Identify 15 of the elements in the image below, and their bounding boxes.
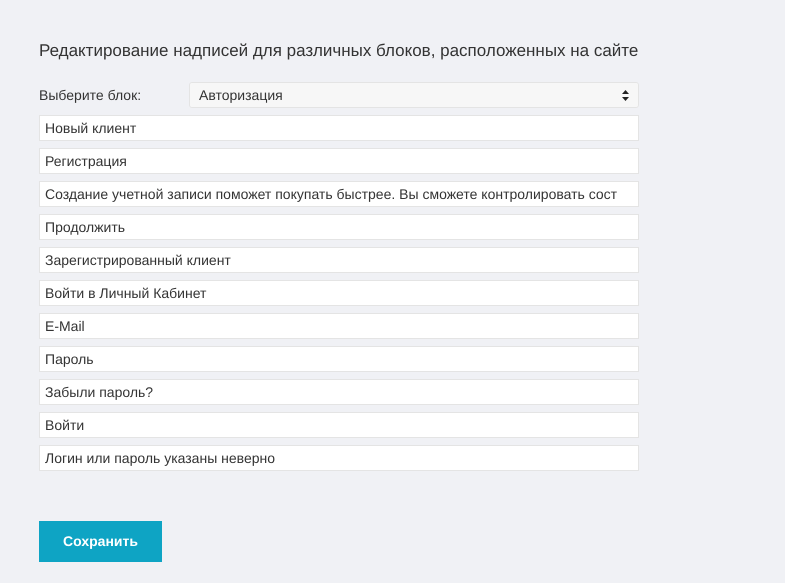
text-field[interactable]: Пароль bbox=[39, 346, 639, 372]
block-select[interactable]: Авторизация bbox=[189, 82, 639, 108]
text-field[interactable]: Создание учетной записи поможет покупать быстрее. Вы сможете контролировать сост bbox=[39, 181, 639, 207]
text-field[interactable]: Регистрация bbox=[39, 148, 639, 174]
select-label: Выберите блок: bbox=[39, 86, 142, 105]
text-field[interactable]: E-Mail bbox=[39, 313, 639, 339]
sort-arrows-icon bbox=[622, 90, 629, 100]
text-field[interactable]: Войти bbox=[39, 412, 639, 438]
text-field[interactable]: Зарегистрированный клиент bbox=[39, 247, 639, 273]
text-field[interactable]: Войти в Личный Кабинет bbox=[39, 280, 639, 306]
text-field[interactable]: Забыли пароль? bbox=[39, 379, 639, 405]
page-title: Редактирование надписей для различных блоков, расположенных на сайте bbox=[39, 40, 640, 62]
text-field[interactable]: Логин или пароль указаны неверно bbox=[39, 445, 639, 471]
text-field[interactable]: Новый клиент bbox=[39, 115, 639, 141]
text-field[interactable]: Продолжить bbox=[39, 214, 639, 240]
